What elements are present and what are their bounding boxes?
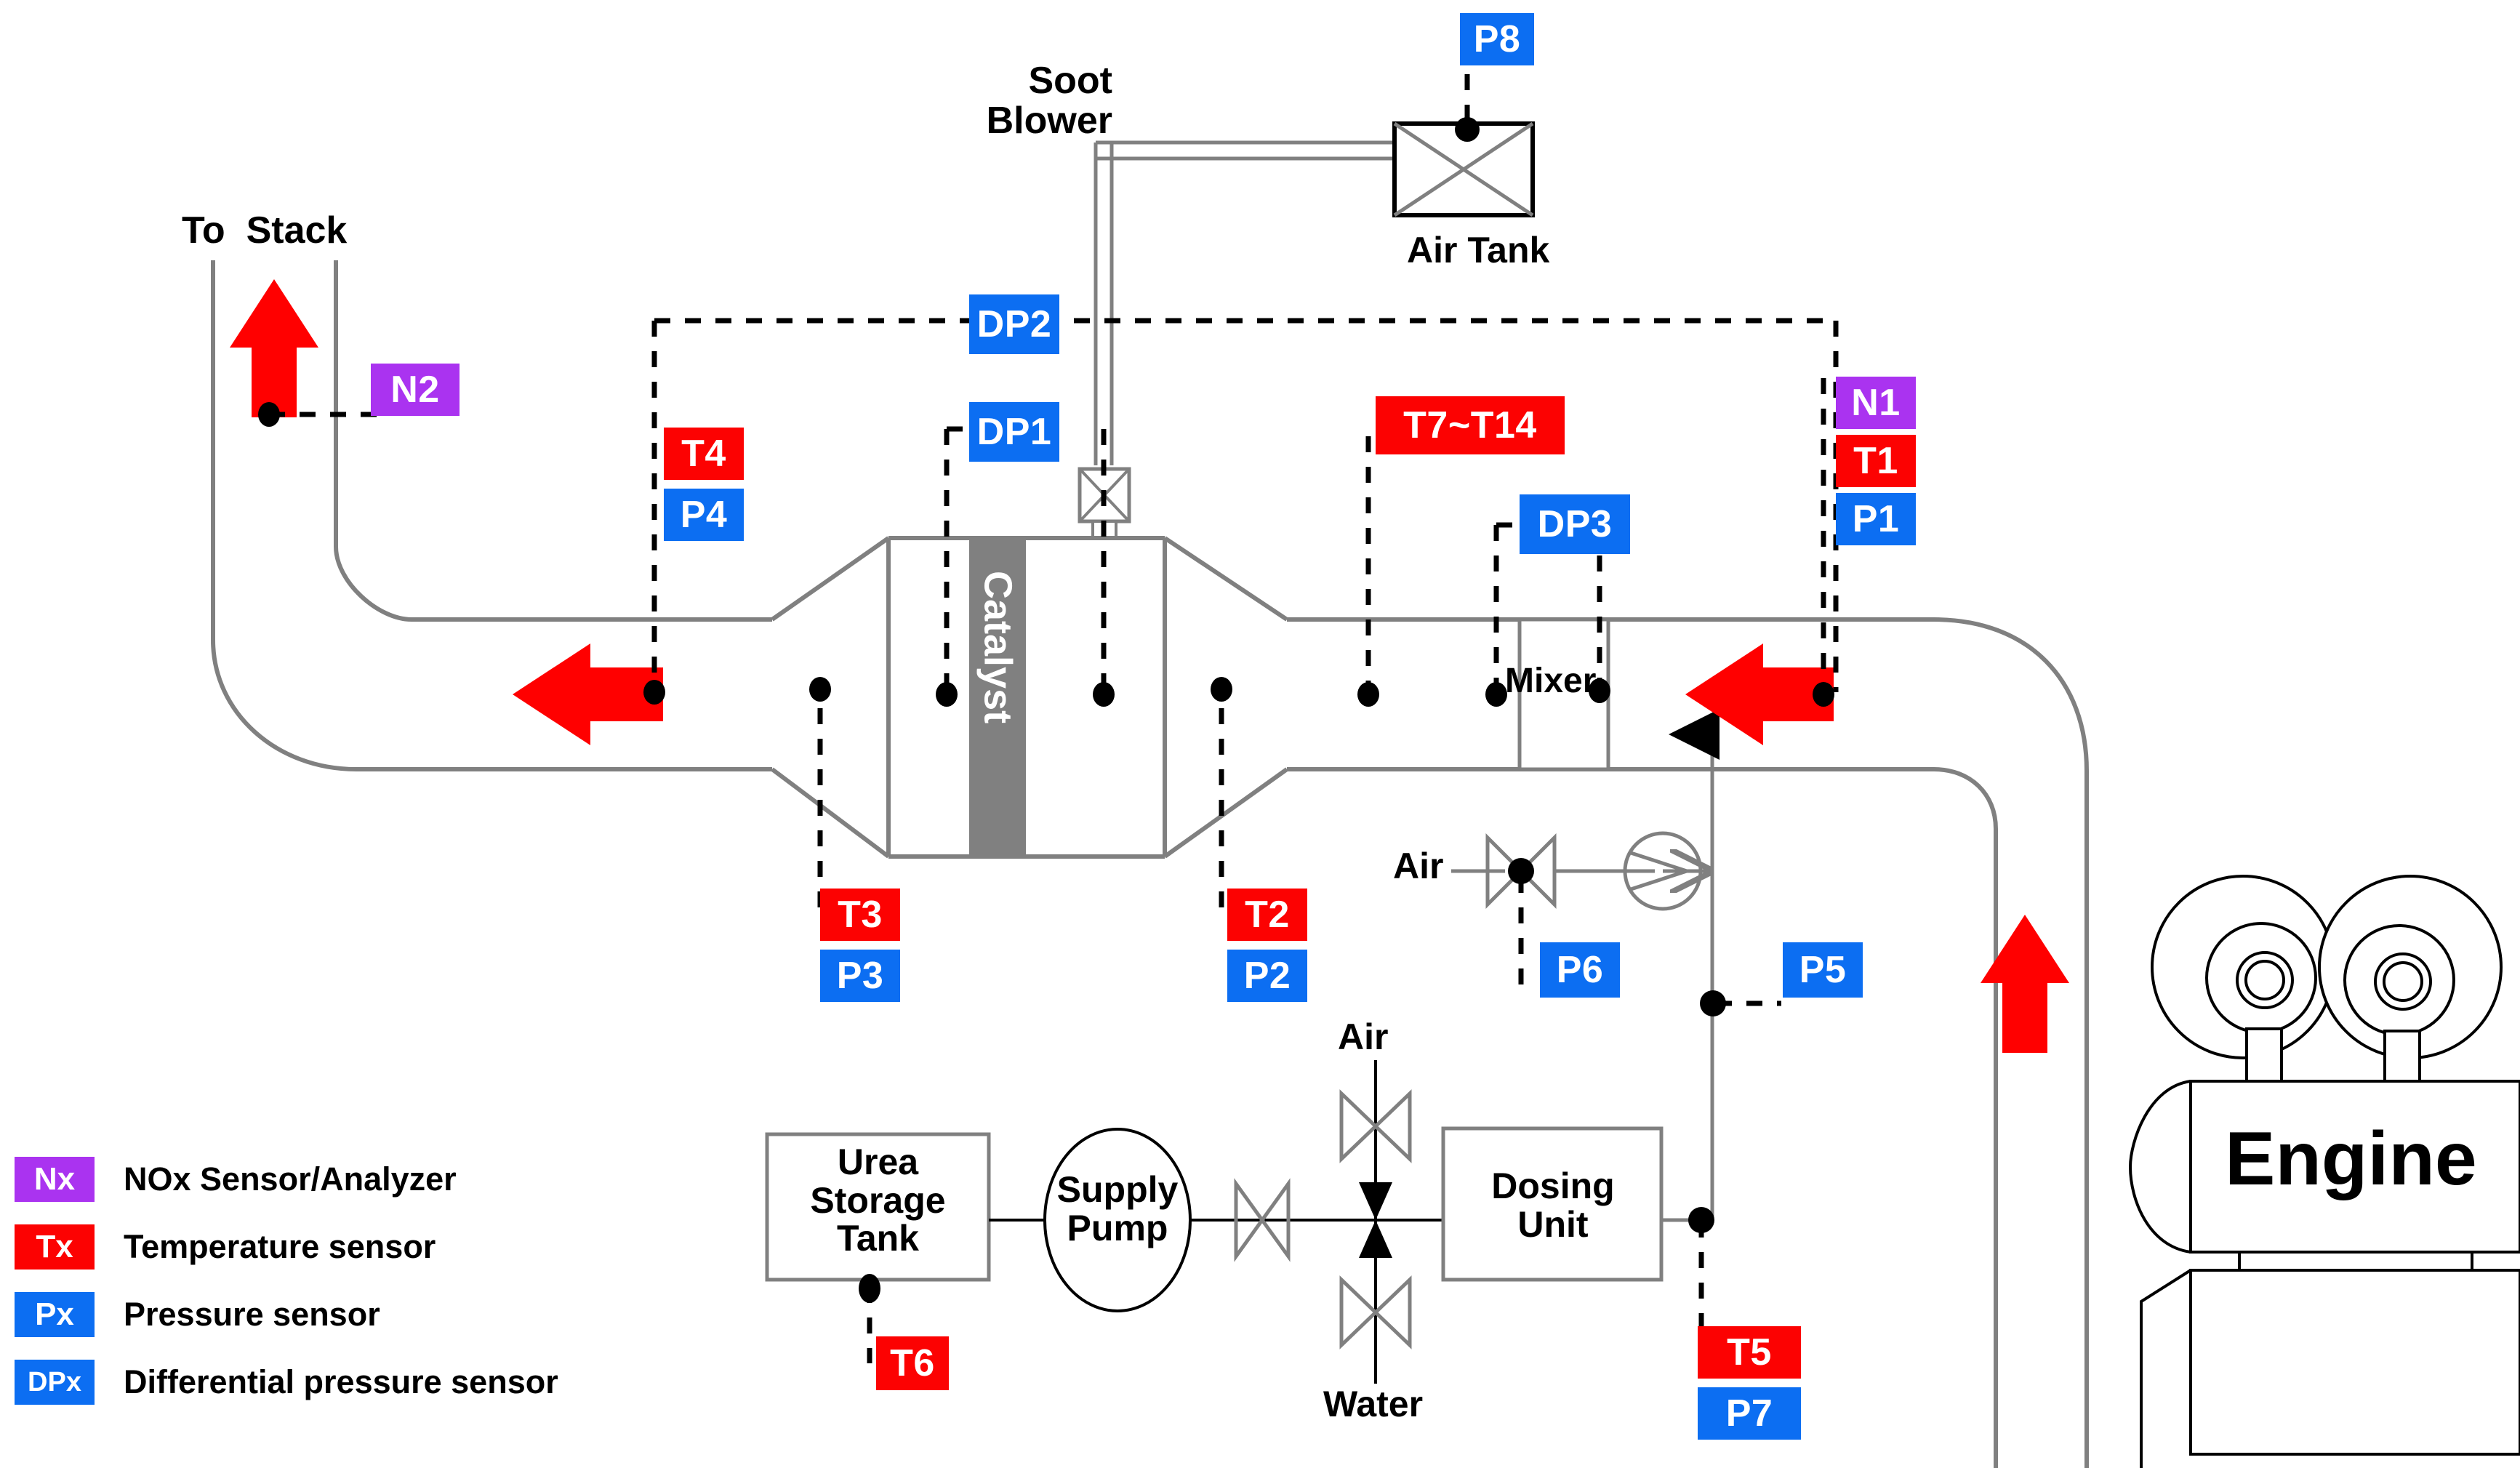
diagram-canvas: To Stack Soot Blower Air Tank Catalyst M… xyxy=(0,0,2520,1468)
legend-row-differential-pressure: DPx Differential pressure sensor xyxy=(15,1353,558,1411)
supply-pump-label: Supply Pump xyxy=(1056,1169,1179,1248)
sensor-tag-P5[interactable]: P5 xyxy=(1783,942,1863,998)
legend-row-pressure: Px Pressure sensor xyxy=(15,1285,558,1344)
legend-label-nox: NOx Sensor/Analyzer xyxy=(124,1160,457,1198)
sensor-tag-N2[interactable]: N2 xyxy=(371,364,460,416)
soot-blower-pipe xyxy=(1094,140,1395,465)
legend-chip-nox: Nx xyxy=(15,1157,95,1202)
air-inlet-left-label: Air xyxy=(1393,846,1444,886)
legend: Nx NOx Sensor/Analyzer Tx Temperature se… xyxy=(15,1150,558,1421)
legend-row-nox: Nx NOx Sensor/Analyzer xyxy=(15,1150,558,1208)
sensor-tag-T1[interactable]: T1 xyxy=(1836,435,1916,487)
sensor-tag-T6[interactable]: T6 xyxy=(876,1336,949,1390)
mixer-label: Mixer xyxy=(1505,662,1597,700)
sensor-tag-T4[interactable]: T4 xyxy=(664,428,744,480)
soot-blower-label: Soot Blower xyxy=(986,60,1112,142)
urea-storage-tank-label: Urea Storage Tank xyxy=(810,1142,946,1259)
air-branch xyxy=(1451,831,1710,911)
to-stack-label: To Stack xyxy=(182,209,348,252)
legend-label-differential-pressure: Differential pressure sensor xyxy=(124,1363,558,1400)
sensor-tag-DP3[interactable]: DP3 xyxy=(1520,494,1630,554)
sensor-tag-T7-T14[interactable]: T7~T14 xyxy=(1376,396,1565,454)
legend-row-temperature: Tx Temperature sensor xyxy=(15,1218,558,1276)
sensor-tag-T2[interactable]: T2 xyxy=(1227,889,1307,941)
catalyst-label: Catalyst xyxy=(976,571,1020,724)
legend-chip-temperature: Tx xyxy=(15,1224,95,1270)
sensor-tag-T3[interactable]: T3 xyxy=(820,889,900,941)
sensor-tag-P6[interactable]: P6 xyxy=(1540,942,1620,998)
flow-arrow xyxy=(230,279,2069,1053)
sensor-tag-P8[interactable]: P8 xyxy=(1460,13,1534,65)
engine-label: Engine xyxy=(2225,1117,2477,1201)
legend-chip-differential-pressure: DPx xyxy=(15,1360,95,1405)
dosing-unit-label: Dosing Unit xyxy=(1491,1166,1615,1245)
sensor-tag-P3[interactable]: P3 xyxy=(820,950,900,1002)
sensor-tag-DP1[interactable]: DP1 xyxy=(969,402,1059,462)
sensor-tag-P2[interactable]: P2 xyxy=(1227,950,1307,1002)
legend-chip-pressure: Px xyxy=(15,1292,95,1337)
legend-label-temperature: Temperature sensor xyxy=(124,1228,436,1265)
sensor-tag-P1[interactable]: P1 xyxy=(1836,493,1916,545)
sensor-tag-P7[interactable]: P7 xyxy=(1698,1387,1801,1440)
sensor-tag-P4[interactable]: P4 xyxy=(664,489,744,541)
legend-label-pressure: Pressure sensor xyxy=(124,1296,380,1333)
air-tank-label: Air Tank xyxy=(1407,230,1550,270)
water-inlet-label: Water xyxy=(1323,1384,1424,1424)
sensor-tag-N1[interactable]: N1 xyxy=(1836,377,1916,429)
sensor-tag-DP2[interactable]: DP2 xyxy=(969,294,1059,354)
sensor-tag-T5[interactable]: T5 xyxy=(1698,1326,1801,1379)
urea-train xyxy=(765,709,1720,1384)
air-inlet-vertical-label: Air xyxy=(1338,1016,1389,1057)
